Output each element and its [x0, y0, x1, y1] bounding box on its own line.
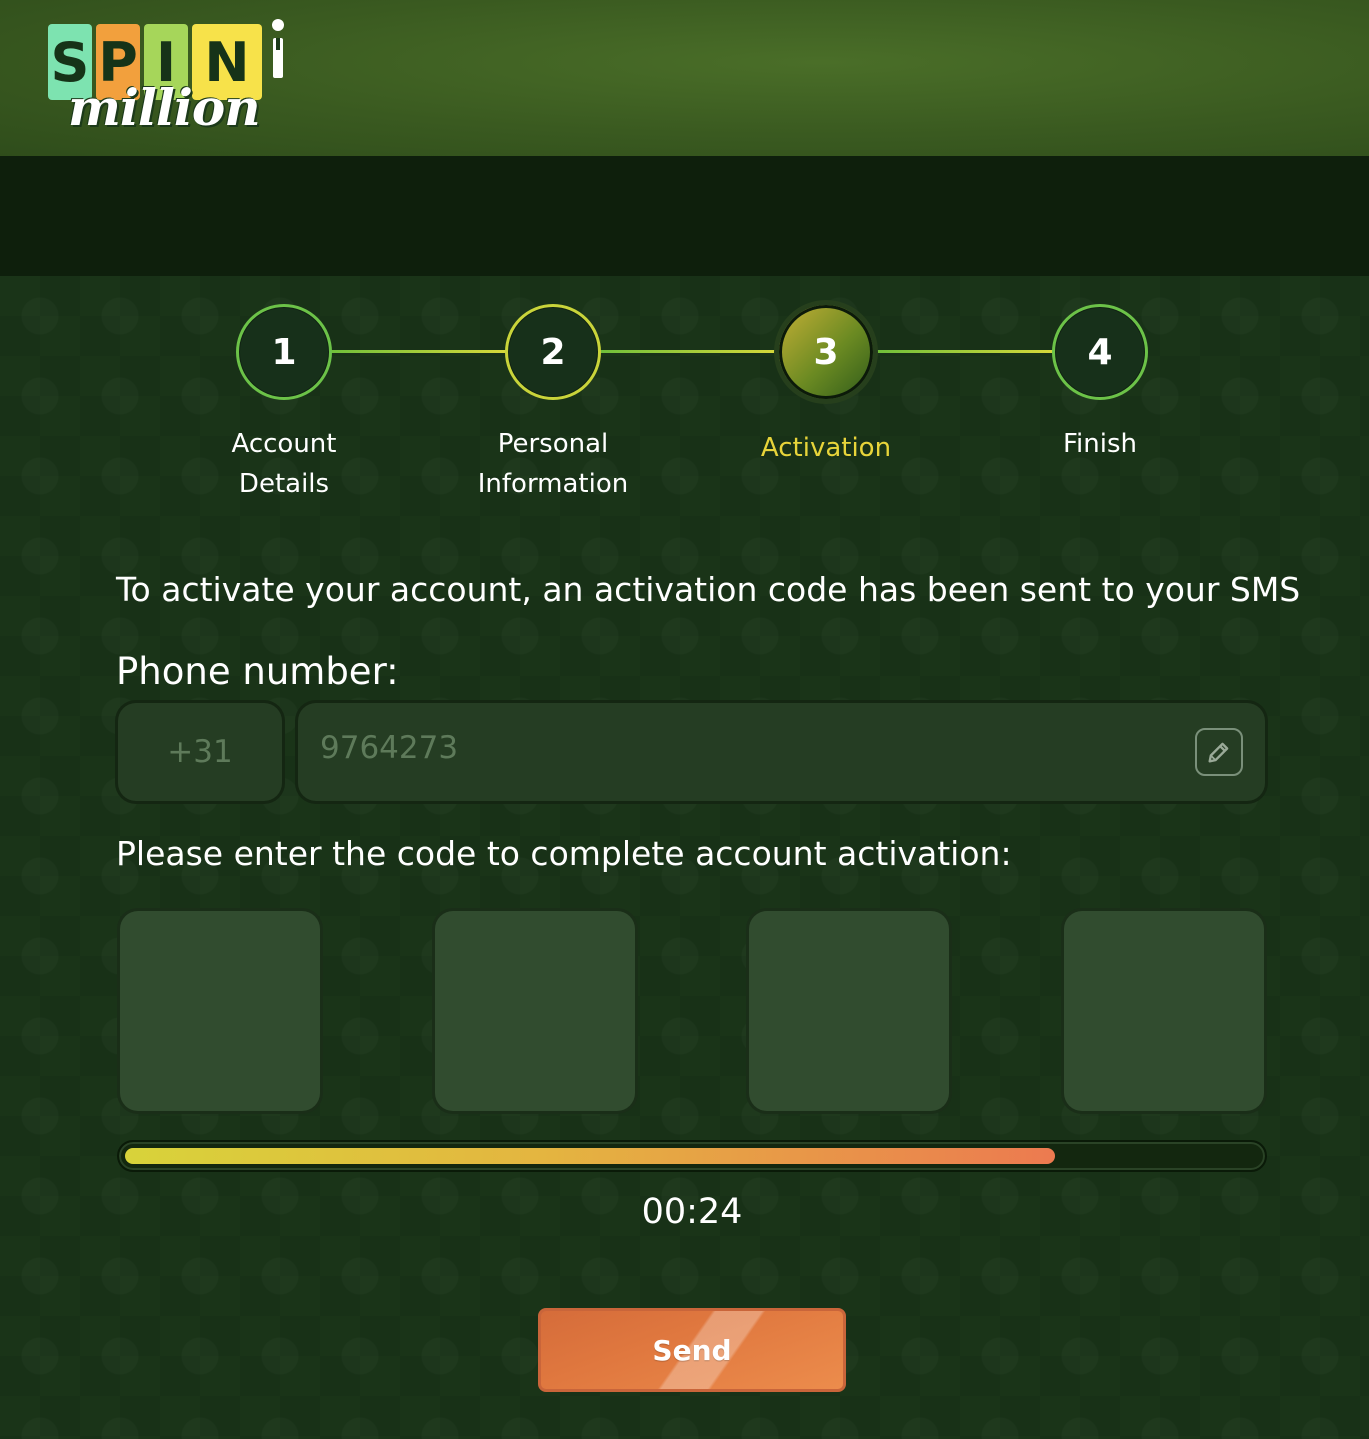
step-connector: [599, 350, 779, 353]
step-label-line: Activation: [760, 433, 892, 463]
step-label-line: Details: [238, 469, 330, 499]
code-digit-2-input[interactable]: [435, 911, 635, 1111]
code-entry-label: Please enter the code to complete accoun…: [116, 834, 1012, 873]
logo-figure-icon: [272, 19, 284, 78]
header-band: [0, 156, 1369, 276]
step-label-line: Information: [477, 469, 629, 499]
step-label-line: Personal: [497, 429, 609, 459]
edit-phone-button[interactable]: [1195, 728, 1243, 776]
step-connector: [876, 350, 1054, 353]
phone-prefix-field: +31: [118, 703, 282, 801]
step-label-line: Account: [231, 429, 337, 459]
logo-script: million: [68, 78, 261, 137]
spin-million-logo[interactable]: S P I N million: [48, 16, 293, 138]
phone-number-field: 9764273: [298, 703, 1265, 801]
step-2-circle[interactable]: 2: [505, 304, 601, 400]
step-2-label: Personal Information: [443, 424, 663, 504]
countdown-progress-fill: [125, 1148, 1055, 1164]
step-1-label: Account Details: [174, 424, 394, 504]
code-digit-4-input[interactable]: [1064, 911, 1264, 1111]
pencil-icon: [1208, 742, 1229, 763]
activation-info-text: To activate your account, an activation …: [116, 570, 1301, 609]
step-4-circle: 4: [1052, 304, 1148, 400]
step-4-label: Finish: [990, 424, 1210, 464]
step-1-circle[interactable]: 1: [236, 304, 332, 400]
step-3-label: Activation: [716, 428, 936, 468]
step-label-line: Finish: [1062, 429, 1137, 459]
step-connector: [330, 350, 506, 353]
send-button[interactable]: Send: [538, 1308, 846, 1392]
countdown-progress-bar: [117, 1140, 1267, 1172]
site-header: S P I N million: [0, 0, 1369, 156]
step-3-circle: 3: [774, 300, 878, 404]
code-digit-1-input[interactable]: [120, 911, 320, 1111]
phone-number-value: 9764273: [320, 730, 459, 766]
phone-number-label: Phone number:: [116, 650, 399, 693]
countdown-timer: 00:24: [641, 1192, 743, 1232]
code-digit-3-input[interactable]: [749, 911, 949, 1111]
